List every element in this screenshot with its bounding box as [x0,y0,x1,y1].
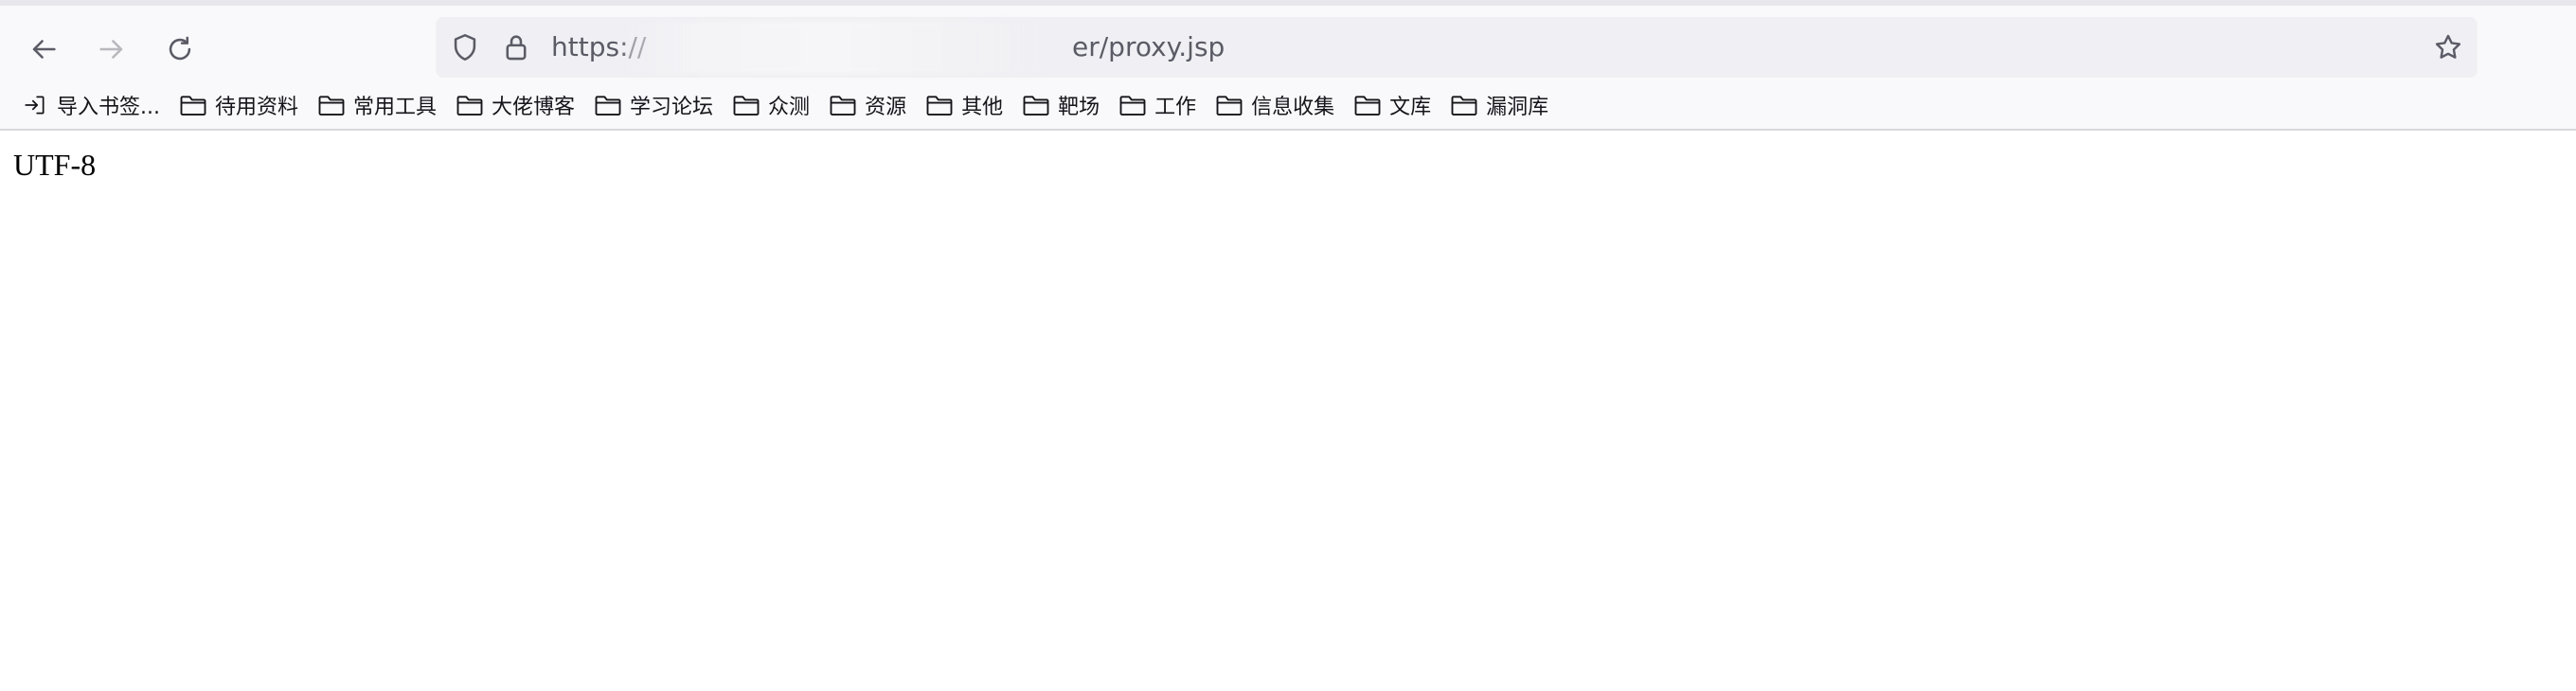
bookmark-folder[interactable]: 学习论坛 [592,84,724,126]
url-suffix: er/proxy.jsp [1072,31,1225,62]
folder-icon [1119,96,1146,115]
bookmark-folder[interactable]: 众测 [730,84,821,126]
arrow-left-icon [32,40,56,59]
bookmark-folder[interactable]: 待用资料 [177,84,310,126]
bookmark-label: 靶场 [1058,96,1100,119]
folder-icon [456,96,483,115]
shield-icon[interactable] [449,31,481,63]
bookmark-folder[interactable]: 其他 [923,84,1014,126]
folder-icon [1354,96,1381,115]
reload-icon [169,36,191,61]
browser-window: https:// er/proxy.jsp 导入书签... 待用资料 常用工具 … [0,0,2576,691]
bookmark-folder[interactable]: 大佬博客 [454,84,586,126]
bookmark-folder[interactable]: 工作 [1117,84,1208,126]
arrow-right-icon [99,40,123,59]
bookmark-folder[interactable]: 靶场 [1020,84,1111,126]
bookmark-label: 工作 [1154,96,1197,119]
folder-icon [926,96,953,115]
address-bar[interactable]: https:// er/proxy.jsp [436,17,2478,78]
lock-icon[interactable] [500,31,532,63]
import-icon [25,96,45,115]
bookmarks-toolbar: 导入书签... 待用资料 常用工具 大佬博客 学习论坛 众测 资源 其他 靶场 … [0,81,2576,131]
bookmark-import[interactable]: 导入书签... [19,84,171,126]
bookmark-label: 待用资料 [214,96,298,119]
bookmark-folder[interactable]: 漏洞库 [1448,84,1560,126]
page-content: UTF-8 [0,133,2576,691]
navigation-toolbar: https:// er/proxy.jsp [0,6,2576,81]
back-button[interactable] [13,19,74,80]
bookmark-label: 资源 [865,96,907,119]
bookmark-label: 漏洞库 [1486,96,1549,119]
bookmark-label: 学习论坛 [630,96,714,119]
folder-icon [180,96,206,115]
bookmark-folder[interactable]: 信息收集 [1213,84,1346,126]
bookmark-label: 众测 [768,96,811,119]
bookmark-label: 导入书签... [57,96,160,119]
bookmark-folder[interactable]: 文库 [1351,84,1442,126]
bookmark-label: 大佬博客 [492,96,576,119]
page-body-text: UTF-8 [13,148,97,182]
bookmark-label: 信息收集 [1251,96,1335,119]
bookmark-label: 其他 [961,96,1004,119]
bookmark-label: 常用工具 [353,96,438,119]
redacted-url-region [625,21,1042,74]
folder-icon [733,96,760,115]
reload-button[interactable] [150,19,210,80]
bookmark-folder[interactable]: 资源 [827,84,918,126]
bookmark-label: 文库 [1389,96,1432,119]
bookmark-star-icon[interactable] [2432,31,2464,63]
folder-icon [595,96,621,115]
folder-icon [1451,96,1477,115]
forward-button[interactable] [81,19,142,80]
bookmark-folder[interactable]: 常用工具 [315,84,448,126]
folder-icon [830,96,856,115]
folder-icon [1023,96,1049,115]
folder-icon [318,96,345,115]
folder-icon [1216,96,1243,115]
